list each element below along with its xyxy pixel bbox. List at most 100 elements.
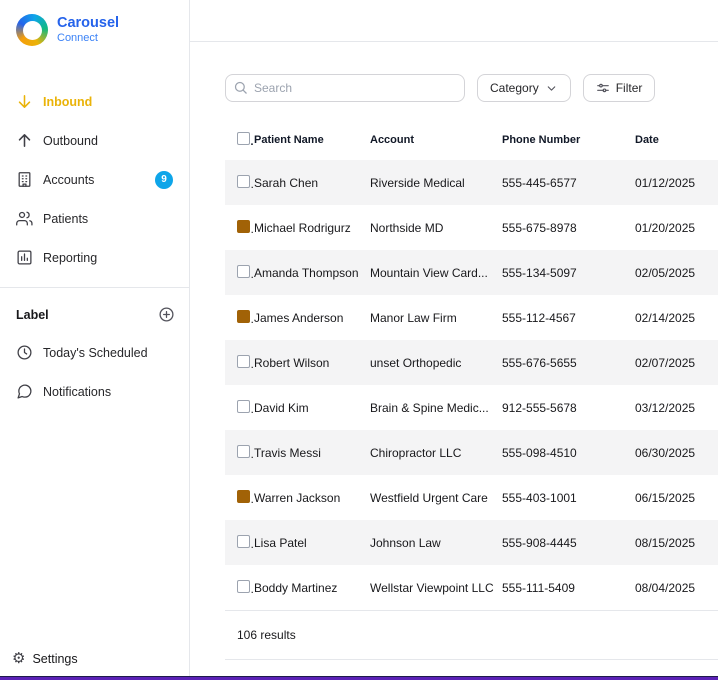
chat-bubble-icon: [16, 383, 33, 400]
table-row[interactable]: James Anderson Manor Law Firm 555-112-4567…: [225, 295, 718, 340]
cell-patient-name: James Anderson: [254, 310, 344, 325]
cell-phone-number: 555-111-5409: [502, 580, 575, 595]
row-checkbox[interactable]: [237, 309, 250, 323]
table-row[interactable]: Warren Jackson Westfield Urgent Care 555-4…: [225, 475, 718, 520]
top-header-band: [190, 0, 718, 42]
cell-phone-number: 555-675-8978: [502, 220, 577, 235]
cell-patient-name: Michael Rodrigurz: [254, 220, 351, 235]
category-dropdown-label: Category: [490, 81, 539, 95]
cell-account: Westfield Urgent Care: [370, 490, 488, 505]
cell-phone-number: 555-112-4567: [502, 310, 576, 325]
select-all-checkbox[interactable]: [237, 132, 250, 145]
cell-account: Riverside Medical: [370, 175, 465, 190]
search-icon: [233, 80, 248, 95]
table-row[interactable]: Amanda Thompson Mountain View Card... 555-…: [225, 250, 718, 295]
results-count: 106 results: [237, 628, 296, 642]
row-checkbox[interactable]: [237, 534, 250, 548]
sidebar-item-label: Reporting: [43, 250, 98, 265]
brand-name: Carousel: [57, 15, 120, 32]
sidebar-item-label: Today's Scheduled: [43, 345, 148, 360]
filter-sliders-icon: [596, 81, 610, 95]
sidebar-item-reporting[interactable]: Reporting: [0, 238, 189, 277]
arrow-down-icon: [16, 93, 33, 110]
sidebar-item-label: Patients: [43, 211, 89, 226]
patients-table: Patient Name Account Phone Number Date S…: [225, 120, 718, 610]
cell-account: Chiropractor LLC: [370, 445, 462, 460]
cell-account: Wellstar Viewpoint LLC: [370, 580, 494, 595]
table-row[interactable]: Michael Rodrigurz Northside MD 555-675-897…: [225, 205, 718, 250]
row-checkbox[interactable]: [237, 399, 250, 413]
row-checkbox[interactable]: [237, 264, 250, 278]
sidebar-item-outbound[interactable]: Outbound: [0, 121, 189, 160]
main-content: Category Filter Patient Name Account Pho…: [190, 0, 718, 680]
table-row[interactable]: Lisa Patel Johnson Law 555-908-4445 08/15/2…: [225, 520, 718, 565]
search-input[interactable]: [225, 74, 465, 102]
sidebar-item-label: Accounts: [43, 172, 95, 187]
sidebar-item-notifications[interactable]: Notifications: [0, 372, 189, 411]
row-checkbox[interactable]: [237, 219, 250, 233]
sidebar-item-todays-scheduled[interactable]: Today's Scheduled: [0, 333, 189, 372]
sidebar-item-label: Inbound: [43, 94, 93, 109]
row-checkbox[interactable]: [237, 444, 250, 458]
cell-phone-number: 912-555-5678: [502, 400, 577, 415]
cell-account: Brain & Spine Medic...: [370, 400, 489, 415]
sidebar-item-label: Outbound: [43, 133, 98, 148]
cell-date: 02/14/2025: [635, 310, 696, 325]
cell-patient-name: Travis Messi: [254, 445, 321, 460]
cell-patient-name: Amanda Thompson: [254, 265, 359, 280]
cell-phone-number: 555-098-4510: [502, 445, 577, 460]
cell-date: 03/12/2025: [635, 400, 696, 415]
cell-date: 08/04/2025: [635, 580, 696, 595]
sidebar-item-patients[interactable]: Patients: [0, 199, 189, 238]
column-header-phone-number: Phone Number: [502, 134, 581, 146]
cell-phone-number: 555-403-1001: [502, 490, 577, 505]
table-footer: 106 results: [225, 610, 718, 660]
search-box: [225, 74, 465, 102]
cell-account: Mountain View Card...: [370, 265, 488, 280]
arrow-up-icon: [16, 132, 33, 149]
gear-icon: ⚙: [12, 650, 26, 667]
cell-phone-number: 555-908-4445: [502, 535, 577, 550]
cell-patient-name: Robert Wilson: [254, 355, 330, 370]
table-row[interactable]: Travis Messi Chiropractor LLC 555-098-4510…: [225, 430, 718, 475]
row-checkbox[interactable]: [237, 489, 250, 503]
label-section-title: Label: [16, 307, 49, 322]
cell-date: 06/30/2025: [635, 445, 696, 460]
cell-account: Manor Law Firm: [370, 310, 457, 325]
brand-subtitle: Connect: [57, 32, 98, 45]
category-dropdown[interactable]: Category: [477, 74, 571, 102]
cell-date: 06/15/2025: [635, 490, 696, 505]
add-label-icon[interactable]: [158, 306, 175, 323]
cell-phone-number: 555-134-5097: [502, 265, 577, 280]
cell-date: 08/15/2025: [635, 535, 696, 550]
column-header-patient-name: Patient Name: [254, 134, 324, 146]
cell-account: Johnson Law: [370, 535, 441, 550]
row-checkbox[interactable]: [237, 174, 250, 188]
building-icon: [16, 171, 33, 188]
table-header-row: Patient Name Account Phone Number Date: [225, 120, 718, 160]
chevron-down-icon: [545, 82, 558, 95]
table-body: Sarah Chen Riverside Medical 555-445-6577 0…: [225, 160, 718, 610]
row-checkbox[interactable]: [237, 579, 250, 593]
row-checkbox[interactable]: [237, 354, 250, 368]
table-row[interactable]: David Kim Brain & Spine Medic... 912-555-5…: [225, 385, 718, 430]
sidebar: Carousel Connect Inbound Outbound Accoun…: [0, 0, 190, 680]
sidebar-item-inbound[interactable]: Inbound: [0, 82, 189, 121]
table-row[interactable]: Boddy Martinez Wellstar Viewpoint LLC 555-…: [225, 565, 718, 610]
table-row[interactable]: Sarah Chen Riverside Medical 555-445-6577 0…: [225, 160, 718, 205]
sidebar-item-settings[interactable]: ⚙ Settings: [0, 637, 189, 680]
bar-chart-icon: [16, 249, 33, 266]
sidebar-nav: Inbound Outbound Accounts 9 Patients Rep…: [0, 82, 189, 277]
label-section-header: Label: [0, 288, 189, 331]
carousel-logo-icon: [16, 14, 48, 46]
cell-patient-name: Sarah Chen: [254, 175, 319, 190]
cell-date: 02/07/2025: [635, 355, 696, 370]
filter-button[interactable]: Filter: [582, 74, 656, 102]
settings-label: Settings: [32, 651, 78, 666]
cell-patient-name: David Kim: [254, 400, 309, 415]
sidebar-item-accounts[interactable]: Accounts 9: [0, 160, 189, 199]
cell-date: 01/12/2025: [635, 175, 696, 190]
cell-account: Northside MD: [370, 220, 444, 235]
table-row[interactable]: Robert Wilson unset Orthopedic 555-676-565…: [225, 340, 718, 385]
accounts-badge: 9: [155, 170, 173, 189]
